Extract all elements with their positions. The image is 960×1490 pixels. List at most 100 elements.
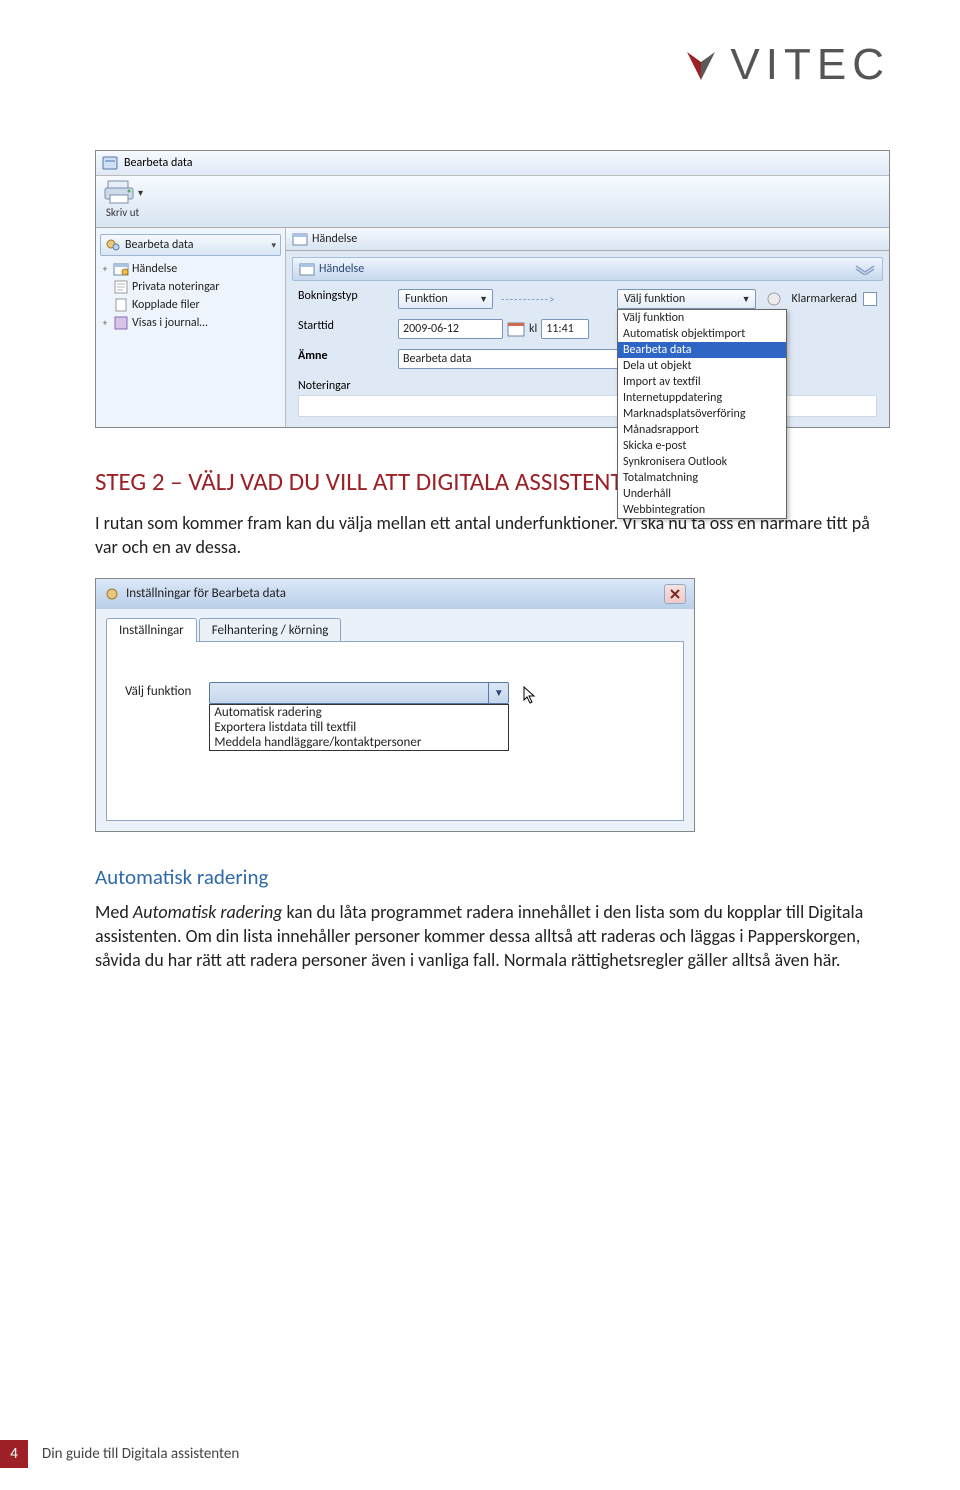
dropdown-option[interactable]: Månadsrapport (618, 422, 786, 438)
bokningstyp-value: Funktion (405, 292, 448, 306)
expand-icon[interactable]: + (100, 264, 110, 275)
tab-installningar[interactable]: Inställningar (106, 618, 197, 642)
settings-icon (104, 586, 120, 602)
caret-icon: ▾ (271, 240, 276, 251)
starttid-date-input[interactable]: 2009-06-12 (398, 319, 503, 339)
print-label: Skriv ut (106, 206, 139, 219)
arrow-dots: -----------> (501, 293, 556, 306)
window-titlebar: Bearbeta data (96, 151, 889, 176)
dropdown-option[interactable]: Marknadsplatsöverföring (618, 406, 786, 422)
print-button[interactable]: ▾ Skriv ut (102, 178, 143, 219)
tree-label: Visas i journal… (132, 316, 208, 330)
window-title: Bearbeta data (124, 156, 193, 170)
printer-icon (102, 178, 136, 206)
dropdown-option[interactable]: Bearbeta data (618, 342, 786, 358)
list-option[interactable]: Meddela handläggare/kontaktpersoner (210, 735, 508, 750)
dropdown-option[interactable]: Internetuppdatering (618, 390, 786, 406)
funktion-combo[interactable]: Välj funktion ▼ (617, 289, 756, 309)
dropdown-option[interactable]: Underhåll (618, 486, 786, 502)
bokningstyp-combo[interactable]: Funktion ▼ (398, 289, 493, 309)
tab-felhantering[interactable]: Felhantering / körning (199, 618, 342, 642)
ribbon-toolbar: ▾ Skriv ut (96, 176, 889, 228)
dropdown-option[interactable]: Totalmatchning (618, 470, 786, 486)
collapse-chevron-icon[interactable] (854, 263, 876, 275)
section-title: Händelse (319, 262, 364, 276)
note-icon (113, 279, 129, 295)
calendar-picker-icon[interactable] (507, 320, 525, 338)
tree-item[interactable]: Kopplade filer (100, 296, 281, 314)
dropdown-option[interactable]: Webbintegration (618, 502, 786, 518)
dialog-titlebar: Inställningar för Bearbeta data (96, 579, 694, 609)
expand-icon[interactable]: + (100, 318, 110, 329)
gears-icon (105, 237, 121, 253)
amne-label: Ämne (298, 349, 388, 369)
starttid-time-value: 11:41 (546, 322, 574, 336)
klar-checkbox[interactable] (863, 292, 877, 306)
tree-label: Kopplade filer (132, 298, 200, 312)
dropdown-option[interactable]: Automatisk objektimport (618, 326, 786, 342)
funktion-value: Välj funktion (624, 292, 685, 306)
main-header: Händelse (286, 228, 889, 251)
caret-icon: ▼ (479, 294, 488, 305)
bokningstyp-label: Bokningstyp (298, 289, 388, 309)
tree-label: Privata noteringar (132, 280, 219, 294)
caret-icon: ▼ (488, 683, 508, 703)
journal-icon (113, 315, 129, 331)
starttid-time-input[interactable]: 11:41 (541, 319, 589, 339)
calendar-event-icon (113, 261, 129, 277)
screenshot-bearbeta-data: Bearbeta data ▾ Skriv ut Bearbeta data ▾ (95, 150, 890, 428)
dropdown-caret-icon: ▾ (138, 186, 143, 199)
heading-automatisk-radering: Automatisk radering (95, 864, 890, 890)
cursor-icon (523, 686, 537, 704)
clear-mark-icon (766, 291, 782, 307)
valj-funktion-combo[interactable]: ▼ (209, 682, 509, 704)
dropdown-option[interactable]: Skicka e-post (618, 438, 786, 454)
funktion-dropdown-list[interactable]: Välj funktionAutomatisk objektimportBear… (617, 309, 787, 519)
starttid-label: Starttid (298, 319, 388, 339)
sidebar-header-label: Bearbeta data (125, 238, 194, 252)
list-option[interactable]: Exportera listdata till textfil (210, 720, 508, 735)
dialog-title: Inställningar för Bearbeta data (126, 586, 286, 601)
tree-label: Händelse (132, 262, 177, 276)
tree-item[interactable]: + Visas i journal… (100, 314, 281, 332)
starttid-date-value: 2009-06-12 (403, 322, 459, 336)
caret-icon: ▼ (742, 294, 751, 305)
valj-funktion-list[interactable]: Automatisk raderingExportera listdata ti… (209, 704, 509, 751)
tabs: Inställningar Felhantering / körning (96, 609, 694, 641)
footer-text: Din guide till Digitala assistenten (42, 1445, 239, 1463)
klar-label: Klarmarkerad (792, 292, 857, 306)
noteringar-label: Noteringar (298, 379, 388, 393)
brand-wordmark: VITEC (730, 40, 890, 90)
sidebar-header[interactable]: Bearbeta data ▾ (100, 234, 281, 256)
page-number: 4 (10, 1445, 18, 1463)
section-bar[interactable]: Händelse (292, 257, 883, 281)
tab-panel: Välj funktion ▼ Automatisk raderingExpor… (106, 641, 684, 821)
dropdown-option[interactable]: Import av textfil (618, 374, 786, 390)
kl-label: kl (529, 322, 537, 336)
dropdown-option[interactable]: Välj funktion (618, 310, 786, 326)
paragraph-automatisk-radering: Med Automatisk radering kan du låta prog… (95, 900, 890, 973)
dropdown-option[interactable]: Synkronisera Outlook (618, 454, 786, 470)
list-option[interactable]: Automatisk radering (210, 705, 508, 720)
screenshot-installningar: Inställningar för Bearbeta data Inställn… (95, 578, 695, 832)
valj-funktion-label: Välj funktion (125, 682, 191, 699)
text-fragment-italic: Automatisk radering (133, 901, 283, 923)
page-number-badge: 4 (0, 1440, 28, 1468)
tree-item[interactable]: + Händelse (100, 260, 281, 278)
text-fragment: Med (95, 901, 133, 923)
amne-value: Bearbeta data (403, 352, 472, 366)
main-header-label: Händelse (312, 232, 357, 246)
window-app-icon (102, 155, 118, 171)
dropdown-option[interactable]: Dela ut objekt (618, 358, 786, 374)
tree-item[interactable]: Privata noteringar (100, 278, 281, 296)
noteringar-textarea[interactable] (298, 395, 877, 417)
page-footer: 4 Din guide till Digitala assistenten (0, 1440, 239, 1468)
sidebar-tree: + Händelse Privata noteringar Kopplade f… (96, 258, 285, 334)
brand-logo: VITEC (684, 40, 890, 90)
sidebar: Bearbeta data ▾ + Händelse Privata noter… (96, 228, 286, 427)
calendar-event-icon (299, 261, 315, 277)
file-icon (113, 297, 129, 313)
close-button[interactable] (664, 584, 686, 604)
brand-mark-icon (684, 48, 718, 82)
calendar-event-icon (292, 231, 308, 247)
